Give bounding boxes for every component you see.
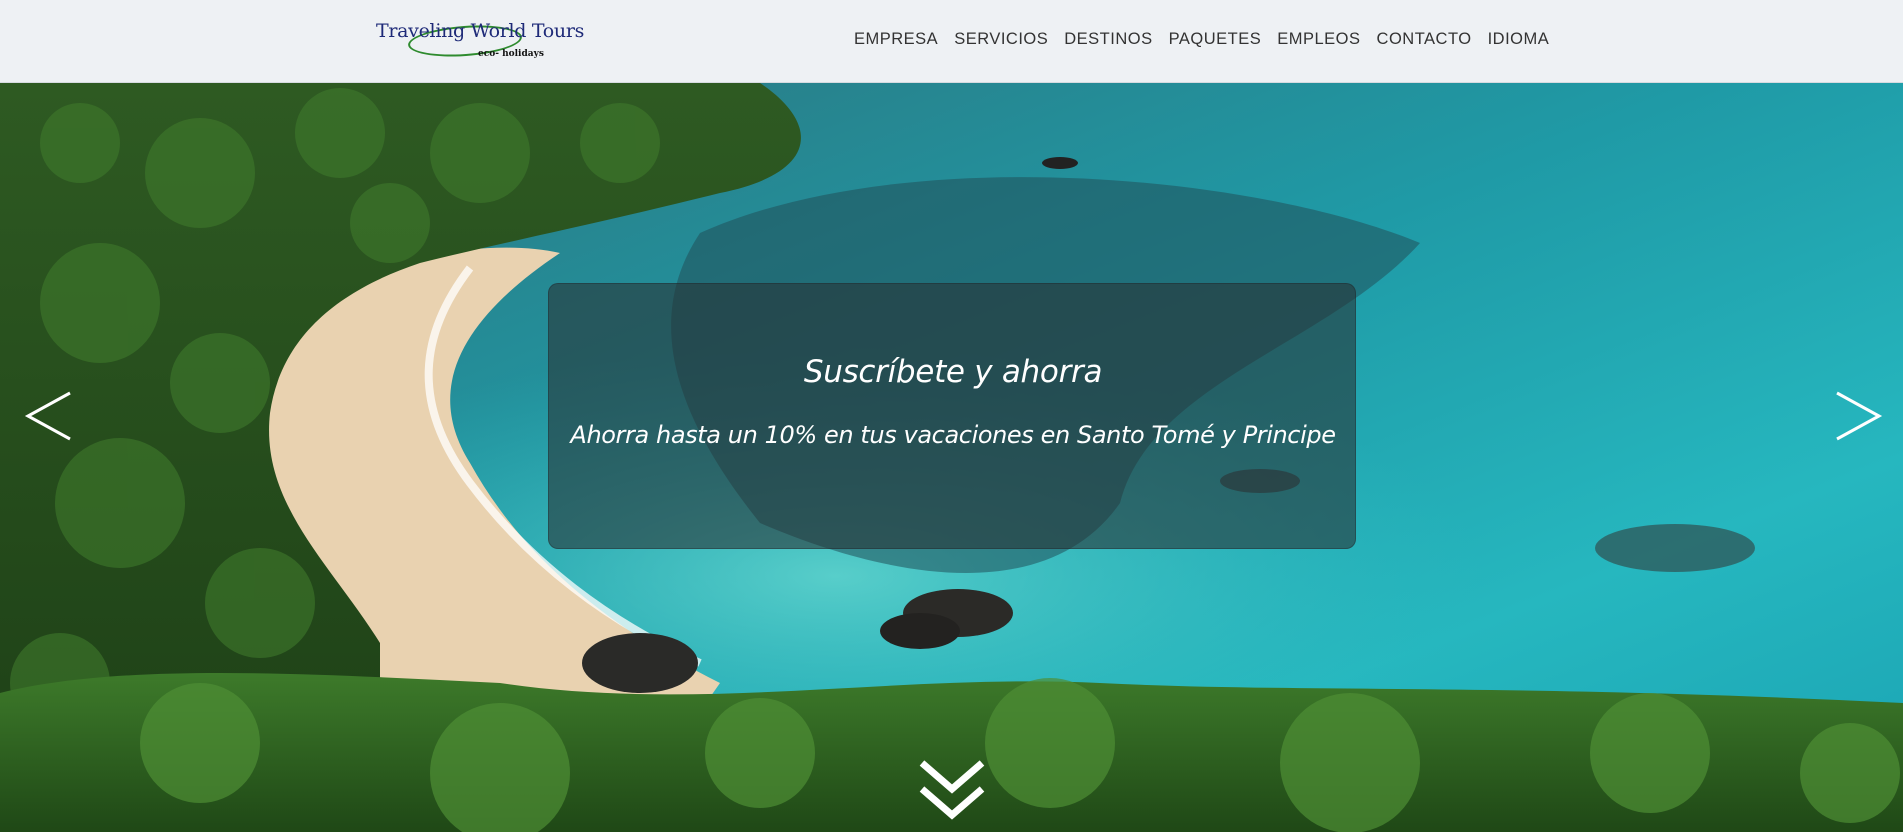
scroll-down-button[interactable] [916, 757, 988, 831]
slider-next-button[interactable] [1833, 391, 1883, 445]
logo-title: Traveling World Tours [376, 20, 585, 42]
logo-tagline: eco- holidays [478, 49, 544, 59]
nav-item-idioma[interactable]: IDIOMA [1480, 30, 1558, 49]
double-chevron-down-icon [919, 760, 985, 820]
nav-item-servicios[interactable]: SERVICIOS [946, 30, 1056, 49]
site-header: Traveling World Tours eco- holidays EMPR… [0, 0, 1903, 83]
nav-item-contacto[interactable]: CONTACTO [1369, 30, 1480, 49]
slider-prev-button[interactable] [24, 391, 74, 445]
nav-item-empleos[interactable]: EMPLEOS [1269, 30, 1368, 49]
caption-title: Suscríbete y ahorra [803, 354, 1103, 390]
nav-item-paquetes[interactable]: PAQUETES [1161, 30, 1270, 49]
nav-item-empresa[interactable]: EMPRESA [846, 30, 946, 49]
chevron-right-icon [1836, 391, 1883, 441]
caption-text: Ahorra hasta un 10% en tus vacaciones en… [570, 421, 1336, 449]
main-nav: EMPRESA SERVICIOS DESTINOS PAQUETES EMPL… [846, 30, 1557, 49]
hero-slider: Suscríbete y ahorra Ahorra hasta un 10% … [0, 83, 1903, 832]
chevron-left-icon [24, 391, 71, 441]
brand-logo[interactable]: Traveling World Tours eco- holidays [372, 16, 584, 66]
slide-caption: Suscríbete y ahorra Ahorra hasta un 10% … [548, 283, 1356, 549]
nav-item-destinos[interactable]: DESTINOS [1056, 30, 1160, 49]
